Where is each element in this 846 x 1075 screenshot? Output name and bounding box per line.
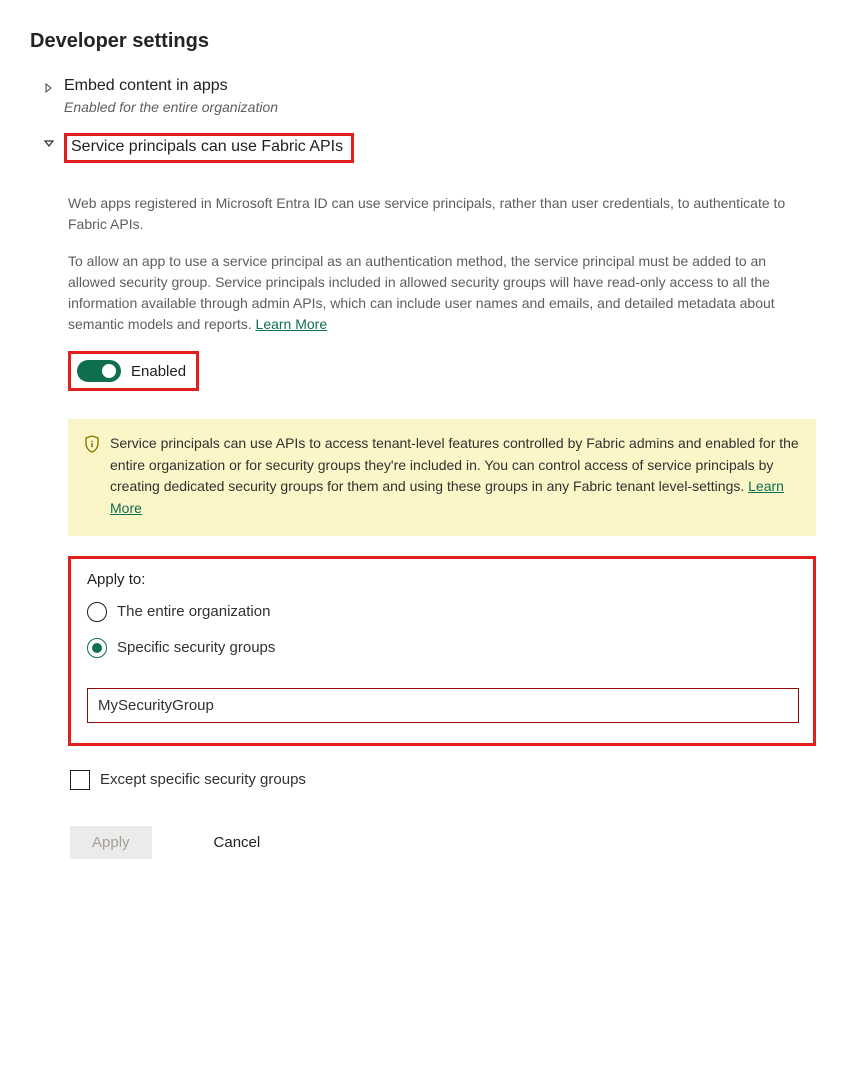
- checkbox-label: Except specific security groups: [100, 771, 306, 788]
- setting-embed-content: Embed content in apps Enabled for the en…: [30, 77, 816, 115]
- toggle-knob: [102, 364, 116, 378]
- enabled-toggle-wrap: Enabled: [68, 351, 199, 391]
- info-banner: Service principals can use APIs to acces…: [68, 419, 816, 536]
- page-title: Developer settings: [30, 30, 816, 53]
- description-span: To allow an app to use a service princip…: [68, 253, 775, 332]
- radio-label: Specific security groups: [117, 639, 275, 656]
- toggle-label: Enabled: [131, 363, 186, 380]
- checkbox-icon: [70, 770, 90, 790]
- setting-service-principals: Service principals can use Fabric APIs W…: [30, 133, 816, 859]
- setting-subtitle: Enabled for the entire organization: [64, 99, 278, 115]
- radio-icon: [87, 638, 107, 658]
- apply-button[interactable]: Apply: [70, 826, 152, 859]
- caret-right-icon: [44, 81, 54, 95]
- cancel-button[interactable]: Cancel: [192, 826, 283, 859]
- caret-down-icon: [44, 137, 54, 151]
- description-text: Web apps registered in Microsoft Entra I…: [68, 193, 808, 235]
- info-text: Service principals can use APIs to acces…: [110, 433, 800, 520]
- description-text: To allow an app to use a service princip…: [68, 251, 808, 335]
- apply-to-label: Apply to:: [87, 571, 799, 588]
- button-row: Apply Cancel: [68, 826, 816, 859]
- radio-specific-groups[interactable]: Specific security groups: [87, 638, 799, 658]
- radio-icon: [87, 602, 107, 622]
- setting-title: Embed content in apps: [64, 77, 278, 95]
- radio-label: The entire organization: [117, 603, 270, 620]
- radio-entire-org[interactable]: The entire organization: [87, 602, 799, 622]
- info-text-span: Service principals can use APIs to acces…: [110, 435, 799, 494]
- setting-title: Service principals can use Fabric APIs: [64, 133, 354, 163]
- except-checkbox-row[interactable]: Except specific security groups: [68, 770, 816, 790]
- enabled-toggle[interactable]: [77, 360, 121, 382]
- setting-header[interactable]: Embed content in apps Enabled for the en…: [44, 77, 816, 115]
- setting-header[interactable]: Service principals can use Fabric APIs: [44, 133, 816, 163]
- radio-inner-icon: [92, 643, 102, 653]
- apply-to-section: Apply to: The entire organization Specif…: [68, 556, 816, 746]
- security-group-input[interactable]: [87, 688, 799, 723]
- learn-more-link[interactable]: Learn More: [256, 316, 328, 332]
- shield-icon: [84, 435, 100, 453]
